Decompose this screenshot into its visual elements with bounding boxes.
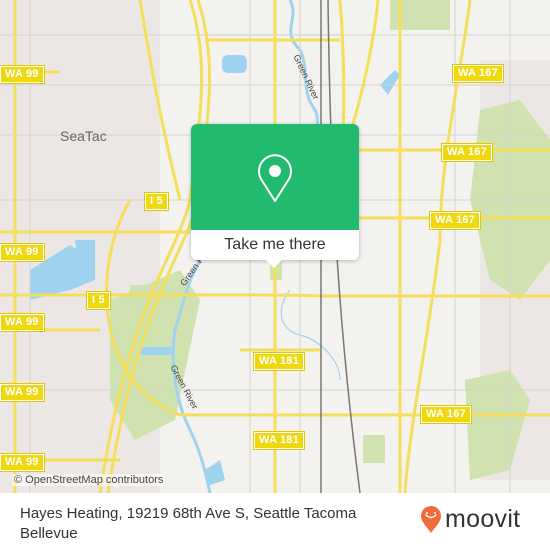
road-shield: WA 181	[253, 431, 305, 450]
pond	[380, 70, 400, 95]
park-area	[130, 285, 150, 315]
road-shield: WA 99	[0, 243, 45, 262]
pond	[222, 55, 247, 73]
place-label-seatac: SeaTac	[60, 128, 107, 144]
map-view[interactable]: SeaTac Green River Green River Green Riv…	[0, 0, 550, 493]
road-shield: WA 167	[420, 405, 472, 424]
moovit-logo[interactable]: moovit	[420, 505, 520, 534]
road-shield: WA 99	[0, 453, 45, 472]
location-popup: Take me there	[191, 124, 359, 268]
road-shield: WA 99	[0, 313, 45, 332]
map-attribution[interactable]: © OpenStreetMap contributors	[12, 474, 166, 486]
road-shield: WA 181	[253, 352, 305, 371]
road-shield: I 5	[86, 291, 111, 310]
road-shield: WA 167	[429, 211, 481, 230]
moovit-wordmark: moovit	[445, 505, 521, 533]
road-shield: WA 99	[0, 65, 45, 84]
location-pin-icon	[258, 154, 292, 202]
moovit-pin-icon	[421, 505, 441, 533]
popup-header	[191, 124, 359, 230]
popup-pointer	[266, 260, 282, 268]
pond	[140, 347, 175, 355]
park-area	[363, 435, 385, 463]
road-shield: I 5	[144, 192, 169, 211]
road-shield: WA 167	[452, 64, 504, 83]
road-shield: WA 167	[441, 143, 493, 162]
road-shield: WA 99	[0, 383, 45, 402]
address-text: Hayes Heating, 19219 68th Ave S, Seattle…	[20, 505, 357, 542]
take-me-there-button[interactable]: Take me there	[191, 230, 359, 260]
